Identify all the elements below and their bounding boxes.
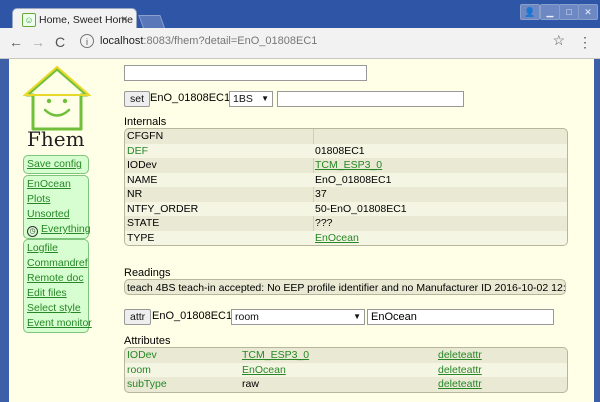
save-config-box: Save config — [23, 155, 89, 174]
select-style-link[interactable]: Select style — [24, 301, 88, 316]
browser-tab-bar: ☺ Home, Sweet Home × 👤 ▁ □ ✕ — [0, 0, 600, 30]
internals-row: NR 37 — [125, 187, 567, 202]
url-path: :8083/fhem?detail=EnO_01808EC1 — [143, 35, 318, 47]
minimize-icon[interactable]: ▁ — [540, 4, 560, 20]
url-field[interactable]: i localhost:8083/fhem?detail=EnO_01808EC… — [80, 32, 570, 52]
deleteattr-link[interactable]: deleteattr — [438, 348, 482, 363]
attribute-row: IODev TCM_ESP3_0 deleteattr — [125, 348, 567, 363]
attribute-name: room — [127, 363, 151, 376]
set-button[interactable]: set — [124, 91, 151, 107]
tab-close-icon[interactable]: × — [121, 12, 128, 26]
forward-icon[interactable]: → — [30, 34, 46, 50]
internals-row: IODev TCM_ESP3_0 — [125, 158, 567, 173]
command-input[interactable] — [124, 65, 367, 81]
internals-row: STATE??? — [125, 216, 567, 231]
room-link-unsorted[interactable]: Unsorted — [24, 207, 88, 222]
tools-menu: Logfile Commandref Remote doc Edit files… — [23, 239, 92, 333]
internals-row: TYPE EnOcean — [125, 230, 567, 246]
set-select-value: 1BS — [233, 93, 253, 105]
room-link-plots[interactable]: Plots — [24, 192, 88, 207]
logfile-link[interactable]: Logfile — [24, 241, 88, 256]
profile-icon[interactable]: 👤 — [520, 4, 540, 20]
internals-row: NAME EnO_01808EC1 — [125, 172, 567, 187]
attribute-value-link[interactable]: EnOcean — [242, 363, 286, 378]
attribute-row: room EnOcean deleteattr — [125, 362, 567, 378]
internals-row: CFGFN — [125, 129, 567, 144]
internals-row: DEF 01808EC1 — [125, 143, 567, 158]
tab-title: Home, Sweet Home — [39, 14, 133, 26]
internal-name: CFGFN — [127, 130, 164, 142]
attribute-name: IODev — [127, 349, 157, 361]
room-link-everything[interactable]: ◷ Everything — [24, 222, 91, 237]
room-link-enocean[interactable]: EnOcean — [24, 177, 88, 192]
attributes-table: IODev TCM_ESP3_0 deleteattr room EnOcean dele… — [124, 347, 568, 393]
maximize-icon[interactable]: □ — [559, 4, 579, 20]
internal-value: 50-EnO_01808EC1 — [315, 202, 407, 215]
deleteattr-link[interactable]: deleteattr — [438, 363, 482, 378]
attr-device-name: EnO_01808EC1 — [152, 310, 233, 322]
url-host: localhost — [100, 35, 144, 47]
deleteattr-link[interactable]: deleteattr — [438, 377, 482, 392]
address-bar: ← → C i localhost:8083/fhem?detail=EnO_0… — [0, 28, 600, 59]
save-config-link[interactable]: Save config — [24, 157, 88, 172]
readings-row: teach 4BS teach-in accepted: No EEP prof… — [124, 279, 566, 295]
everything-icon: ◷ — [27, 226, 38, 237]
commandref-link[interactable]: Commandref — [24, 256, 88, 271]
fhem-favicon-icon: ☺ — [22, 13, 36, 27]
set-device-name: EnO_01808EC1 — [150, 92, 231, 104]
set-value-input[interactable] — [277, 91, 464, 107]
remote-doc-link[interactable]: Remote doc — [24, 271, 88, 286]
internal-value: 01808EC1 — [315, 144, 365, 157]
attr-select-value: room — [235, 311, 259, 323]
rooms-menu: EnOcean Plots Unsorted ◷ Everything — [23, 175, 91, 239]
internal-value: 37 — [315, 188, 327, 200]
reading-text: teach 4BS teach-in accepted: No EEP prof… — [127, 282, 566, 294]
chevron-down-icon: ▼ — [353, 312, 361, 321]
internals-row: NTFY_ORDER 50-EnO_01808EC1 — [125, 201, 567, 216]
attributes-heading: Attributes — [124, 335, 171, 347]
internal-name: STATE — [127, 217, 160, 229]
internals-table: CFGFN DEF 01808EC1 IODev TCM_ESP3_0 NAME EnO_0… — [124, 128, 568, 246]
browser-menu-icon[interactable]: ⋮ — [578, 34, 592, 50]
reload-icon[interactable]: C — [52, 34, 68, 50]
attribute-value: raw — [242, 378, 259, 390]
internal-name: NR — [127, 188, 143, 200]
internal-value-link[interactable]: EnOcean — [315, 231, 359, 246]
edit-files-link[interactable]: Edit files — [24, 286, 88, 301]
readings-heading: Readings — [124, 267, 171, 279]
back-icon[interactable]: ← — [8, 34, 24, 50]
internal-name: NTFY_ORDER — [127, 202, 199, 215]
window-close-icon[interactable]: ✕ — [578, 4, 598, 20]
attr-button[interactable]: attr — [124, 309, 152, 325]
internal-value-link[interactable]: TCM_ESP3_0 — [315, 158, 382, 173]
room-link-everything-label: Everything — [41, 223, 91, 235]
logo-text: Fhem — [27, 127, 85, 151]
attr-select[interactable]: room ▼ — [231, 309, 365, 325]
info-icon[interactable]: i — [80, 34, 94, 48]
attribute-value-link[interactable]: TCM_ESP3_0 — [242, 348, 309, 363]
internal-name: IODev — [127, 159, 157, 171]
bookmark-star-icon[interactable]: ☆ — [552, 32, 565, 49]
internals-heading: Internals — [124, 116, 167, 128]
fhem-page: Fhem Save config EnOcean Plots Unsorted … — [9, 59, 594, 402]
browser-tab[interactable]: ☺ Home, Sweet Home × — [12, 8, 137, 30]
attribute-name: subType — [127, 378, 167, 390]
attr-value-input[interactable]: EnOcean — [367, 309, 554, 325]
internal-name: NAME — [127, 173, 158, 186]
chevron-down-icon: ▼ — [261, 94, 269, 103]
event-monitor-link[interactable]: Event monitor — [24, 316, 92, 331]
internal-name: TYPE — [127, 231, 155, 244]
internal-value: ??? — [315, 217, 333, 229]
set-select[interactable]: 1BS ▼ — [229, 91, 273, 107]
internal-name: DEF — [127, 144, 148, 157]
attribute-row: subType raw deleteattr — [125, 377, 567, 392]
internal-value: EnO_01808EC1 — [315, 173, 392, 186]
